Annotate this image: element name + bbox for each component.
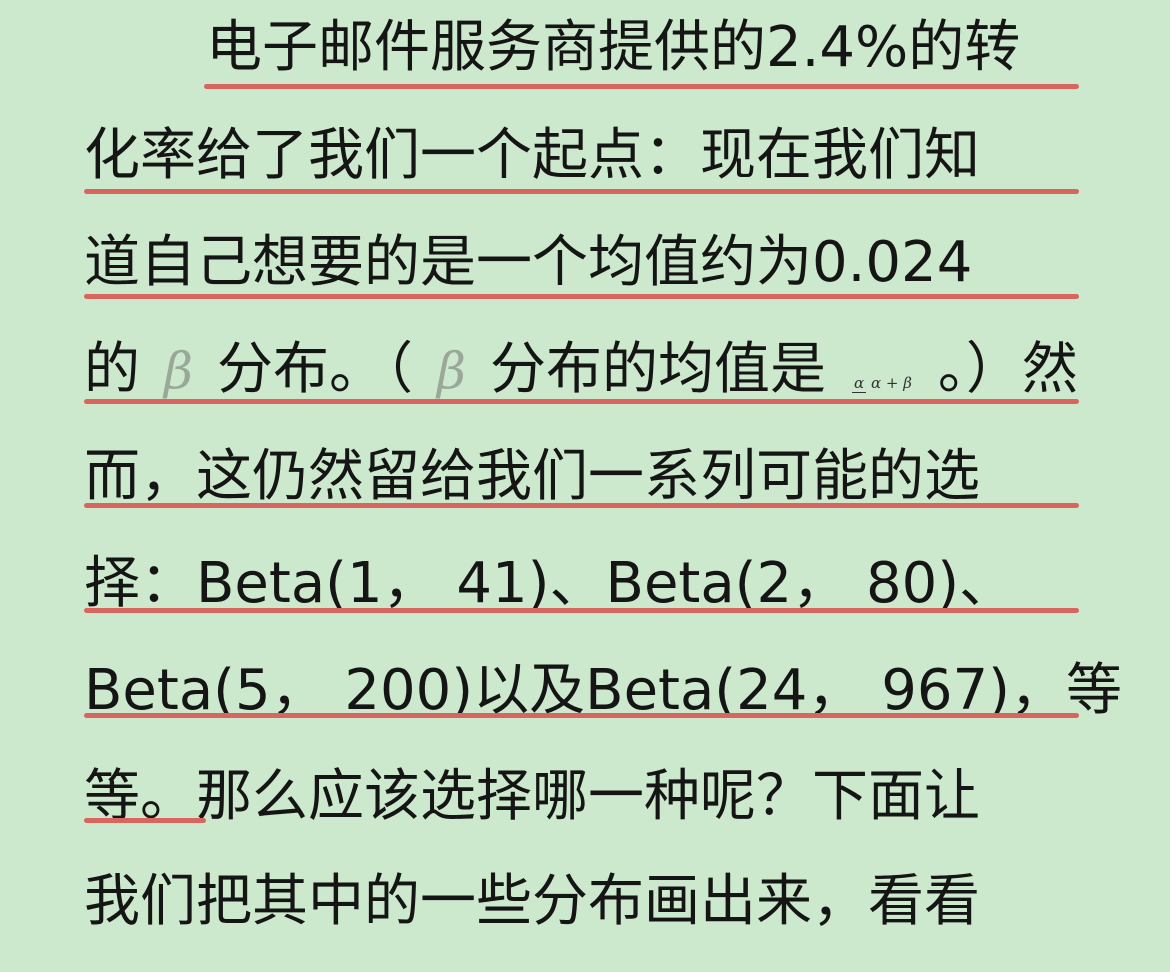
paragraph-line-8: 等。那么应该选择哪一种呢？下面让: [84, 759, 1078, 867]
line-text: 分布。（: [217, 337, 413, 402]
line-text: 的: [84, 337, 140, 402]
line-text: 分布的均值是: [490, 337, 826, 402]
paragraph-line-1: 电子邮件服务商提供的2.4%的转: [206, 10, 1078, 118]
beta-symbol: β: [164, 342, 193, 400]
paragraph-line-9: 我们把其中的一些分布画出来，看看: [84, 864, 1078, 972]
beta-mean-fraction: α α + β: [852, 375, 912, 393]
paragraph-line-4: 的 β 分布。（ β 分布的均值是 α α + β 。）然: [84, 332, 1078, 440]
fraction-numerator: α: [852, 374, 867, 393]
line-text: 等。那么应该选择哪一种呢？下面让: [84, 764, 980, 829]
fraction-denominator: α + β: [870, 374, 912, 392]
line-text: 我们把其中的一些分布画出来，看看: [84, 869, 980, 934]
paragraph-line-5: 而，这仍然留给我们一系列可能的选: [84, 439, 1078, 547]
highlight-underline: [204, 84, 1079, 89]
highlight-underline: [84, 818, 206, 823]
highlight-underline: [84, 399, 1079, 404]
highlight-underline: [84, 503, 1079, 508]
line-text: 道自己想要的是一个均值约为0.024: [84, 230, 973, 295]
line-text: 电子邮件服务商提供的2.4%的转: [206, 15, 1021, 80]
paragraph-line-3: 道自己想要的是一个均值约为0.024: [84, 225, 1078, 333]
highlight-underline: [84, 608, 1079, 613]
highlight-underline: [84, 189, 1079, 194]
paragraph-line-7: Beta(5， 200)以及Beta(24， 967)，等: [84, 653, 1122, 761]
highlight-underline: [84, 713, 1079, 718]
paragraph-line-2: 化率给了我们一个起点：现在我们知: [84, 118, 1078, 226]
line-text: 。）然: [937, 337, 1078, 402]
line-text: 化率给了我们一个起点：现在我们知: [84, 123, 980, 188]
highlight-underline: [84, 294, 1079, 299]
book-page: 电子邮件服务商提供的2.4%的转 化率给了我们一个起点：现在我们知 道自己想要的…: [0, 0, 1170, 944]
beta-symbol: β: [437, 342, 466, 400]
paragraph-line-6: 择：Beta(1， 41)、Beta(2， 80)、: [84, 546, 1078, 654]
